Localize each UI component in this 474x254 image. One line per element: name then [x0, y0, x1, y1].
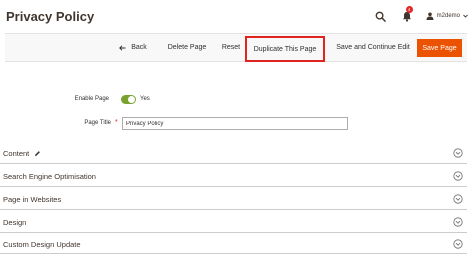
section-design-label: Design: [3, 218, 27, 227]
reset-button[interactable]: Reset: [216, 34, 246, 61]
header-actions: 4 m2demo: [374, 6, 468, 24]
notification-count-badge: 4: [405, 6, 413, 13]
required-asterisk: *: [115, 119, 118, 126]
chevron-down-icon: [453, 239, 463, 249]
user-icon: [426, 12, 434, 20]
save-page-button[interactable]: Save Page: [417, 39, 462, 57]
section-title: Content: [3, 149, 30, 158]
section-design[interactable]: Design: [0, 211, 467, 233]
section-content[interactable]: Content: [0, 142, 467, 164]
delete-page-button[interactable]: Delete Page: [160, 34, 214, 61]
page-title-input[interactable]: [122, 117, 348, 130]
page-title-label: Page Title: [84, 120, 111, 126]
toggle-knob: [128, 96, 135, 103]
section-custom-design-label: Custom Design Update: [3, 240, 81, 249]
username-label: m2demo: [436, 13, 460, 19]
section-seo[interactable]: Search Engine Optimisation: [0, 165, 467, 187]
section-seo-label: Search Engine Optimisation: [3, 172, 96, 181]
page-title: Privacy Policy: [6, 9, 95, 24]
chevron-down-icon: [453, 194, 463, 204]
section-content-label: Content: [3, 149, 41, 158]
chevron-down-icon: [463, 14, 468, 18]
section-custom-design-update[interactable]: Custom Design Update: [0, 233, 467, 254]
chevron-down-icon: [453, 217, 463, 227]
back-button-label: Back: [131, 44, 147, 51]
duplicate-page-button[interactable]: Duplicate This Page: [245, 36, 325, 62]
back-button[interactable]: Back: [116, 34, 150, 61]
save-and-continue-button[interactable]: Save and Continue Edit: [331, 34, 415, 61]
chevron-down-icon: [453, 148, 463, 158]
pencil-icon: [35, 151, 41, 156]
notifications-button[interactable]: 4: [401, 6, 413, 23]
arrow-left-icon: [119, 44, 126, 51]
section-page-in-websites[interactable]: Page in Websites: [0, 188, 467, 210]
enable-page-label: Enable Page: [74, 96, 109, 102]
page-actions-toolbar: Back Delete Page Reset Duplicate This Pa…: [5, 33, 467, 62]
enable-page-toggle[interactable]: [121, 95, 136, 104]
enable-page-value: Yes: [140, 96, 150, 102]
section-websites-label: Page in Websites: [3, 195, 62, 204]
user-menu-button[interactable]: m2demo: [426, 12, 468, 20]
chevron-down-icon: [453, 171, 463, 181]
search-button[interactable]: [374, 9, 388, 23]
search-icon: [375, 11, 386, 22]
